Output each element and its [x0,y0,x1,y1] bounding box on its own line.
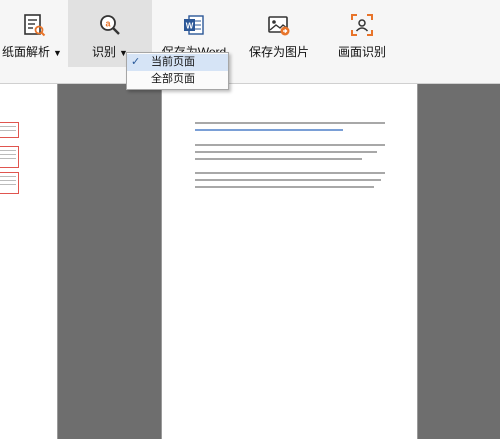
document-page [161,84,418,439]
text-block [195,122,385,136]
menu-item-label: 全部页面 [151,73,195,85]
recognized-region[interactable] [0,146,19,168]
recognized-region[interactable] [0,172,19,194]
document-analysis-icon [24,14,46,37]
menu-item-current-page[interactable]: ✓ 当前页面 [127,54,228,71]
menu-item-all-pages[interactable]: 全部页面 [127,71,228,88]
save-image-icon [268,16,290,36]
recognize-label: 识别 [92,45,117,59]
document-analysis-button[interactable]: 纸面解析 ▼ [0,0,68,67]
screen-recognition-button[interactable]: 画面识别 [322,0,402,67]
secondary-bar [0,67,500,84]
text-block [195,172,385,193]
word-icon: W [184,15,204,35]
chevron-down-icon: ▼ [53,48,62,58]
save-as-image-label: 保存为图片 [248,45,309,59]
screen-recognition-label: 画面识别 [337,45,386,59]
save-as-image-button[interactable]: 保存为图片 [236,0,322,67]
recognize-dropdown-menu: ✓ 当前页面 全部页面 [126,52,229,90]
menu-item-label: 当前页面 [151,56,195,68]
text-block [195,144,385,165]
document-analysis-label: 纸面解析 [2,45,51,59]
toolbar: 纸面解析▼ a 识别▼ W 保存为Word [0,0,500,68]
ocr-search-icon: a [100,15,120,35]
screen-capture-icon [351,14,373,36]
svg-text:W: W [186,22,194,31]
checkmark-icon: ✓ [131,56,141,68]
recognized-region[interactable] [0,122,19,138]
previous-page-preview[interactable] [0,84,58,439]
